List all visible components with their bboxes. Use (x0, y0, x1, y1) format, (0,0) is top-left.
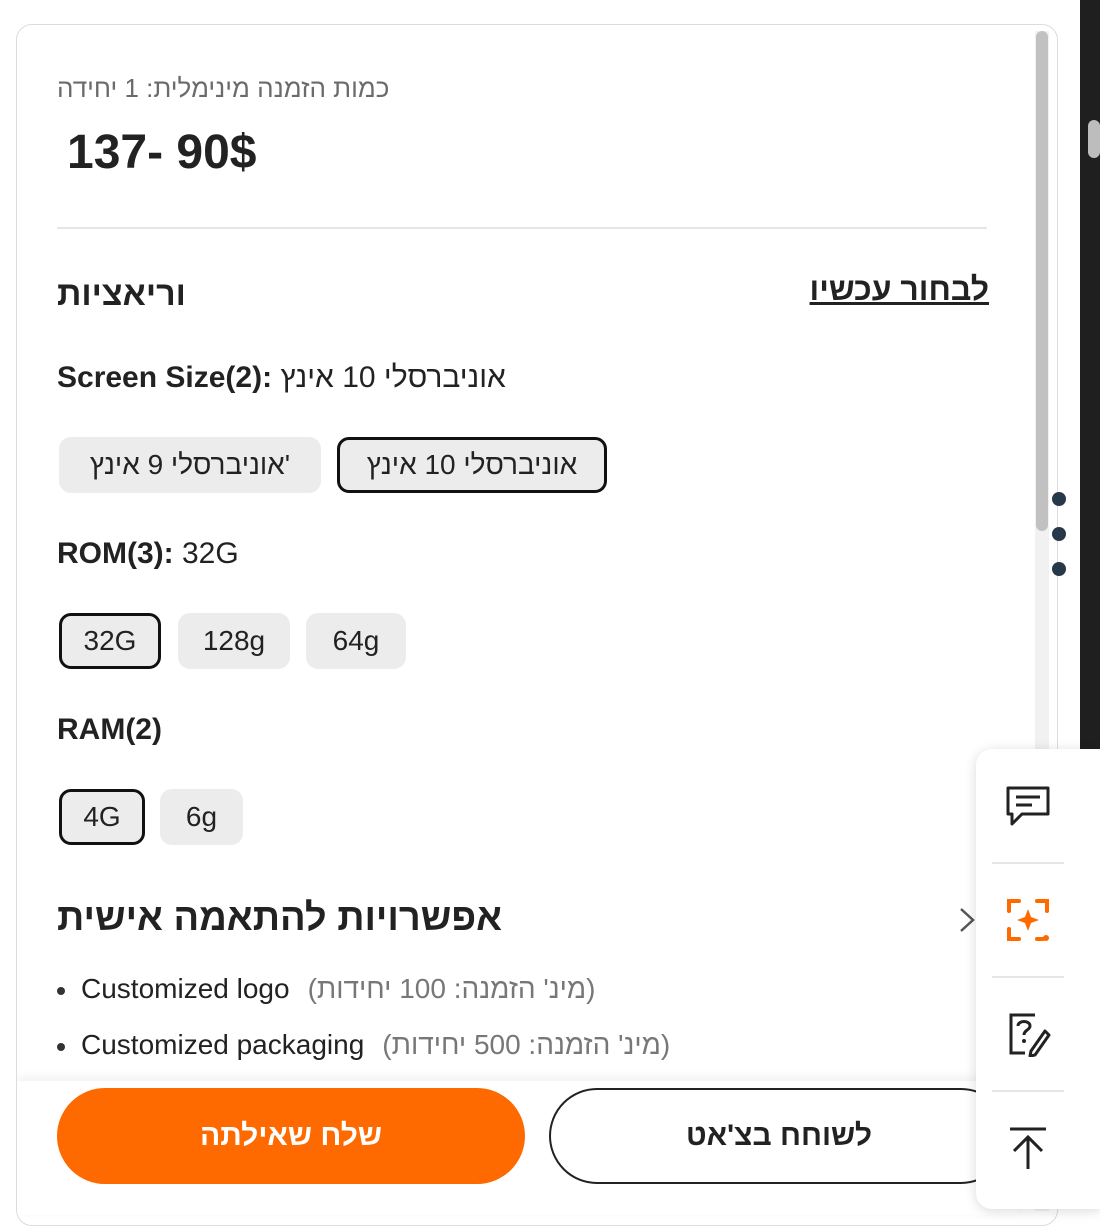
rom-selected: 32G (182, 537, 239, 570)
rom-option-64g[interactable]: 64g (306, 613, 406, 669)
rom-name: ROM(3): (57, 537, 174, 570)
help-edit-icon (1009, 1013, 1051, 1057)
ram-name: RAM(2) (57, 713, 162, 746)
message-icon (1006, 786, 1050, 826)
screen-size-name: Screen Size(2): (57, 361, 273, 394)
choose-now-link[interactable]: לבחור עכשיו (810, 271, 989, 308)
more-dot-icon[interactable] (1052, 562, 1066, 576)
ram-option-6g[interactable]: 6g (160, 789, 243, 845)
ram-option-4g[interactable]: 4G (59, 789, 145, 845)
bullet-dot (57, 1042, 65, 1051)
back-to-top-icon (1010, 1127, 1046, 1169)
screen-size-option-10[interactable]: אוניברסלי 10 אינץ (337, 437, 607, 493)
chip-label: 64g (332, 625, 380, 656)
send-inquiry-button[interactable]: שלח שאילתה (57, 1088, 525, 1184)
rom-label: ROM(3): 32G (57, 537, 239, 571)
rom-option-32g[interactable]: 32G (59, 613, 161, 669)
back-to-top-button[interactable] (976, 1091, 1080, 1205)
customization-note: (מינ' הזמנה: 500 יחידות) (382, 1029, 671, 1060)
customization-note: (מינ' הזמנה: 100 יחידות) (307, 973, 596, 1004)
screen-size-selected: אוניברסלי 10 אינץ (280, 361, 506, 394)
ai-search-button[interactable] (976, 863, 1080, 977)
more-dot-icon[interactable] (1052, 492, 1066, 506)
ai-search-icon (1007, 899, 1049, 941)
customization-item: Customized logo (מינ' הזמנה: 100 יחידות) (57, 973, 595, 1005)
rom-option-128g[interactable]: 128g (178, 613, 290, 669)
chip-label: 128g (202, 625, 266, 656)
variations-title: וריאציות (57, 275, 186, 313)
min-order-text: כמות הזמנה מינימלית: 1 יחידה (57, 73, 390, 103)
product-panel: כמות הזמנה מינימלית: 1 יחידה 137- 90$ לב… (16, 24, 1058, 1226)
message-button[interactable] (976, 749, 1080, 863)
panel-scrollbar-thumb[interactable] (1036, 31, 1048, 531)
chip-label: 'אוניברסלי 9 אינץ (89, 449, 291, 480)
more-dot-icon[interactable] (1052, 527, 1066, 541)
side-toolbar (976, 749, 1100, 1209)
screen-size-label: Screen Size(2): אוניברסלי 10 אינץ (57, 361, 506, 395)
ram-label: RAM(2) (57, 713, 162, 747)
chip-label: 6g (185, 801, 218, 832)
customization-title: אפשרויות להתאמה אישית (57, 897, 503, 939)
bullet-dot (57, 986, 65, 995)
price-range: 137- 90$ (67, 126, 257, 179)
screen-size-option-9[interactable]: 'אוניברסלי 9 אינץ (59, 437, 321, 493)
page-scrollbar-thumb[interactable] (1088, 120, 1100, 158)
help-button[interactable] (976, 977, 1080, 1091)
chip-label: אוניברסלי 10 אינץ (366, 449, 578, 480)
customization-name: Customized packaging (81, 1029, 365, 1060)
chat-now-button[interactable]: לשוחח בצ'אט (549, 1088, 1009, 1184)
divider (57, 227, 987, 229)
customization-item: Customized packaging (מינ' הזמנה: 500 יחי… (57, 1029, 670, 1061)
chip-label: 32G (83, 625, 137, 656)
customization-name: Customized logo (81, 973, 290, 1004)
chip-label: 4G (83, 801, 121, 832)
